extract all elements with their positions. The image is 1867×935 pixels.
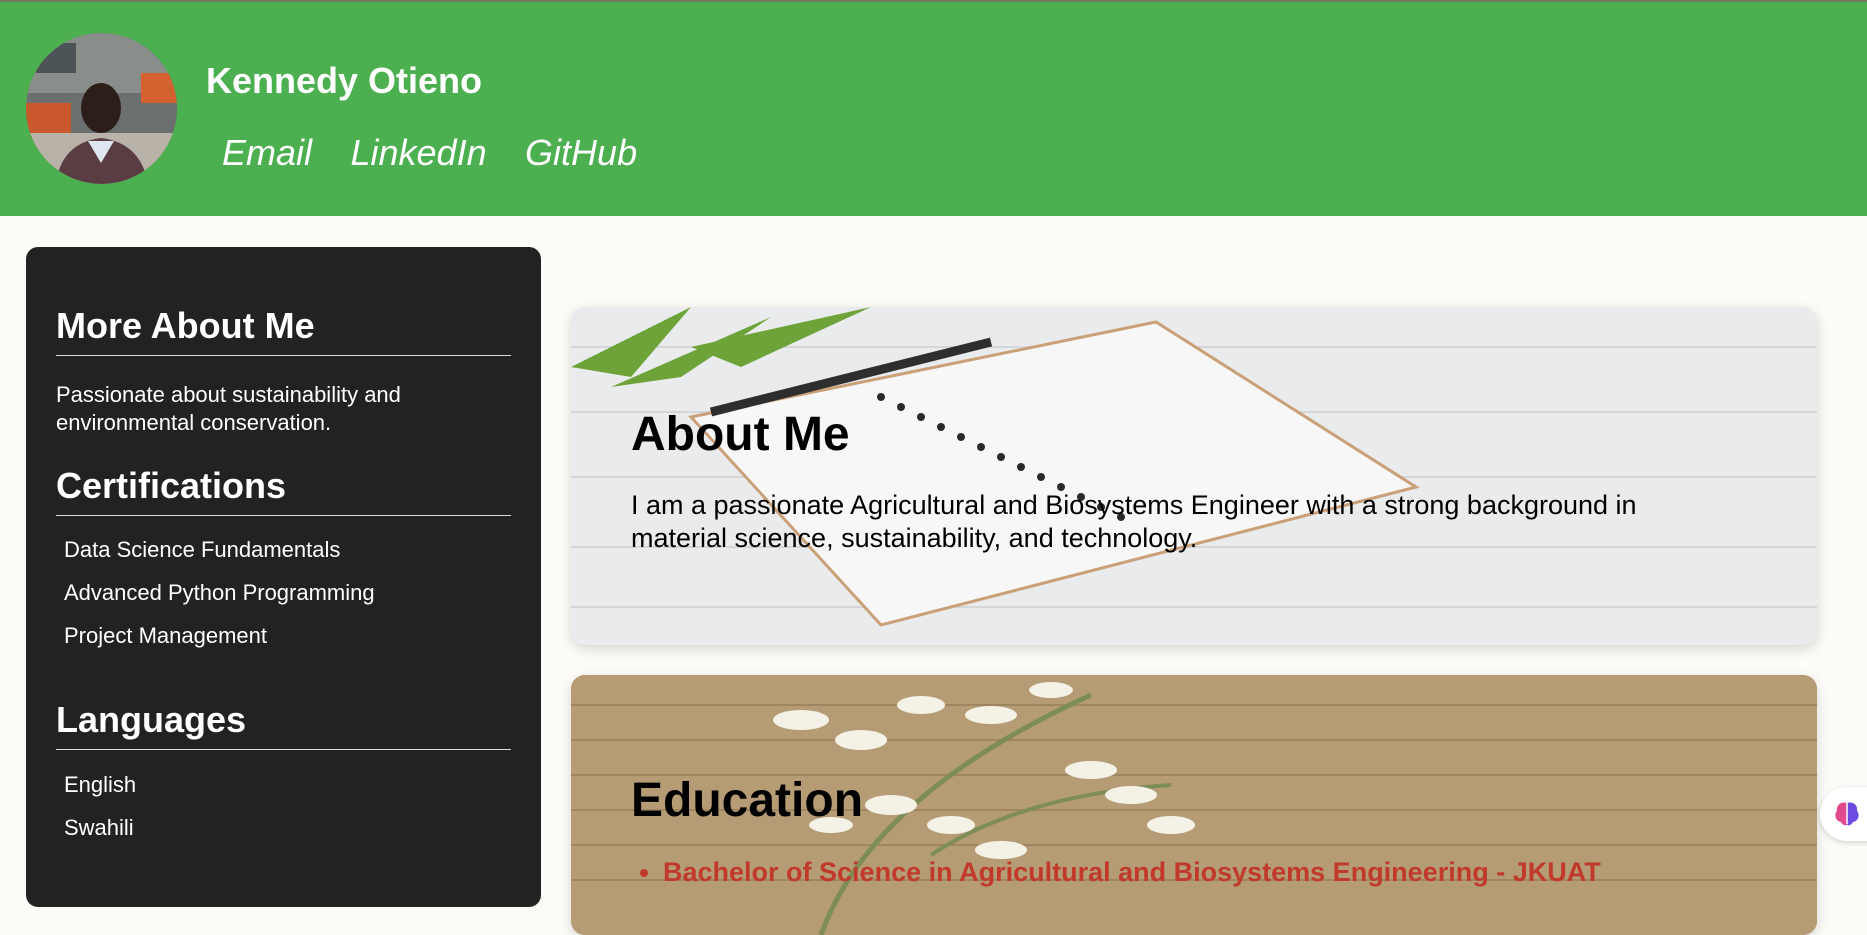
sidebar-about-text: Passionate about sustainability and envi… [56,382,401,435]
sidebar: More About Me Passionate about sustainab… [26,247,541,907]
certifications-list: Data Science Fundamentals Advanced Pytho… [64,537,375,666]
languages-list: English Swahili [64,772,136,858]
brain-icon [1835,802,1859,826]
linkedin-link[interactable]: LinkedIn [350,132,486,173]
certification-item: Project Management [64,623,267,648]
languages-title: Languages [56,699,511,750]
about-title: About Me [631,408,850,461]
profile-name: Kennedy Otieno [206,60,483,101]
education-card: Education Bachelor of Science in Agricul… [571,675,1817,935]
site-header: Kennedy Otieno Email LinkedIn GitHub [0,0,1867,216]
certification-item: Advanced Python Programming [64,580,375,605]
language-item: English [64,772,137,797]
floating-assistant-button[interactable] [1820,787,1867,841]
github-link[interactable]: GitHub [525,132,637,173]
email-link[interactable]: Email [222,132,312,173]
certification-item: Data Science Fundamentals [64,537,341,562]
certifications-title: Certifications [56,465,511,516]
language-item: Swahili [64,815,134,840]
about-background-image [571,307,1817,645]
sidebar-about-title: More About Me [56,305,511,356]
about-card: About Me I am a passionate Agricultural … [571,307,1817,645]
education-title: Education [631,774,864,827]
profile-avatar [26,33,177,184]
header-nav: Email LinkedIn GitHub [222,132,671,174]
about-text: I am a passionate Agricultural and Biosy… [631,490,1637,553]
education-list: Bachelor of Science in Agricultural and … [631,857,1601,888]
education-item: Bachelor of Science in Agricultural and … [663,857,1601,888]
